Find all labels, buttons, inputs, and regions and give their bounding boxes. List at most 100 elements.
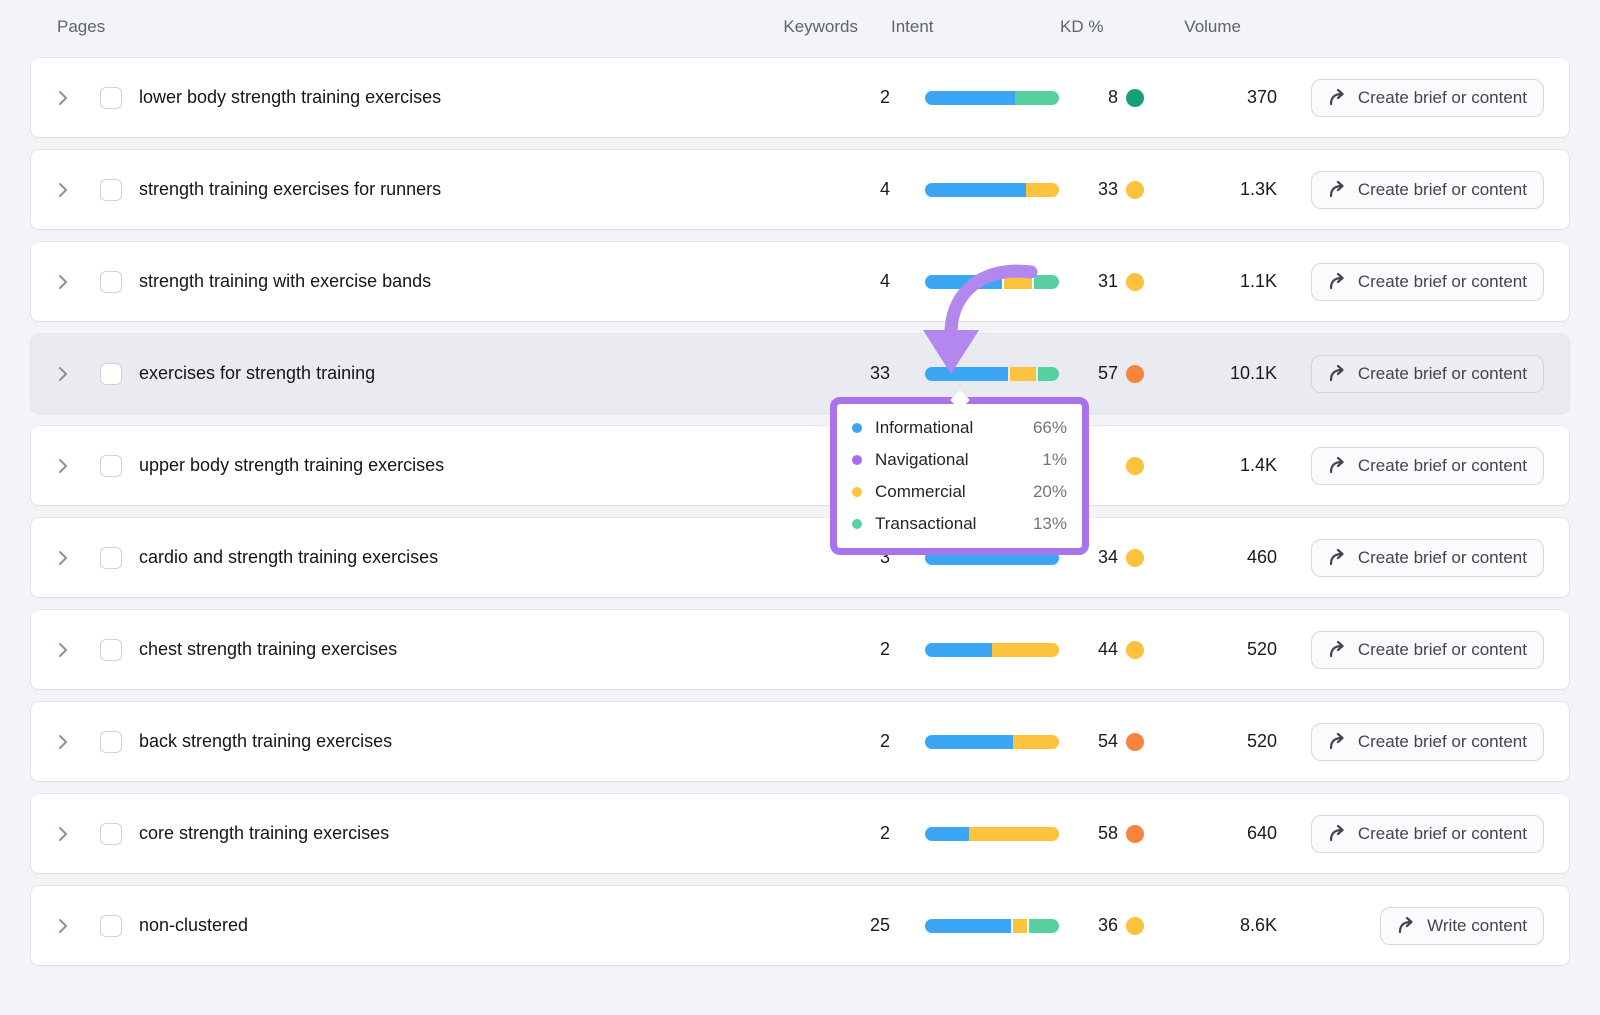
create-content-button[interactable]: Create brief or content [1311,631,1544,669]
tooltip-row-informational: Informational 66% [852,412,1067,444]
intent-bar[interactable] [925,735,1059,749]
tooltip-label: Informational [875,418,973,438]
action-cell: Create brief or content [1277,815,1544,853]
row-checkbox[interactable] [100,271,122,293]
intent-segment [925,919,1011,933]
create-content-button[interactable]: Create brief or content [1311,171,1544,209]
row-checkbox[interactable] [100,179,122,201]
action-button-label: Create brief or content [1358,88,1527,108]
row-checkbox[interactable] [100,823,122,845]
expand-chevron-icon[interactable] [51,550,75,566]
action-cell: Create brief or content [1277,723,1544,761]
action-button-label: Create brief or content [1358,364,1527,384]
table-row[interactable]: lower body strength training exercises 2… [31,58,1569,137]
kd-value: 8 [1092,87,1118,108]
row-checkbox[interactable] [100,731,122,753]
expand-chevron-icon[interactable] [51,458,75,474]
kd-cell: 31 [1092,271,1174,292]
expand-chevron-icon[interactable] [51,90,75,106]
transactional-dot-icon [852,519,862,529]
kd-cell: 44 [1092,639,1174,660]
page-title: upper body strength training exercises [139,455,830,476]
table-row[interactable]: non-clustered 25 36 8.6K Write content [31,886,1569,965]
create-content-button[interactable]: Create brief or content [1311,263,1544,301]
intent-bar[interactable] [925,827,1059,841]
row-checkbox[interactable] [100,547,122,569]
create-content-button[interactable]: Write content [1380,907,1544,945]
table-row[interactable]: core strength training exercises 2 58 64… [31,794,1569,873]
table-row[interactable]: chest strength training exercises 2 44 5… [31,610,1569,689]
kd-cell: 34 [1092,547,1174,568]
action-cell: Create brief or content [1277,539,1544,577]
expand-chevron-icon[interactable] [51,734,75,750]
action-cell: Create brief or content [1277,447,1544,485]
table-row[interactable]: upper body strength training exercises 1… [31,426,1569,505]
intent-segment [1026,183,1060,197]
kd-value: 33 [1092,179,1118,200]
create-content-button[interactable]: Create brief or content [1311,447,1544,485]
action-button-label: Create brief or content [1358,180,1527,200]
kd-cell: 33 [1092,179,1174,200]
volume-value: 640 [1174,823,1277,844]
row-checkbox[interactable] [100,87,122,109]
volume-value: 10.1K [1174,363,1277,384]
kd-dot [1126,273,1144,291]
forward-arrow-icon [1328,89,1348,107]
table-row[interactable]: cardio and strength training exercises 3… [31,518,1569,597]
keywords-count: 2 [830,87,890,108]
expand-chevron-icon[interactable] [51,826,75,842]
tooltip-value: 1% [1042,450,1067,470]
action-button-label: Create brief or content [1358,272,1527,292]
intent-segment [925,275,1002,289]
expand-chevron-icon[interactable] [51,274,75,290]
forward-arrow-icon [1397,917,1417,935]
intent-bar[interactable] [925,183,1059,197]
create-content-button[interactable]: Create brief or content [1311,355,1544,393]
kd-cell: 36 [1092,915,1174,936]
expand-chevron-icon[interactable] [51,918,75,934]
page-title: strength training exercises for runners [139,179,830,200]
kd-dot [1126,733,1144,751]
table-row[interactable]: strength training with exercise bands 4 … [31,242,1569,321]
tooltip-row-navigational: Navigational 1% [852,444,1067,476]
intent-bar[interactable] [925,91,1059,105]
expand-chevron-icon[interactable] [51,366,75,382]
tooltip-label: Navigational [875,450,969,470]
action-cell: Create brief or content [1277,355,1544,393]
page-title: core strength training exercises [139,823,830,844]
intent-bar[interactable] [925,643,1059,657]
tooltip-row-transactional: Transactional 13% [852,508,1067,540]
forward-arrow-icon [1328,549,1348,567]
volume-value: 520 [1174,731,1277,752]
create-content-button[interactable]: Create brief or content [1311,539,1544,577]
table-row[interactable]: strength training exercises for runners … [31,150,1569,229]
action-button-label: Create brief or content [1358,732,1527,752]
tooltip-label: Commercial [875,482,966,502]
page-title: back strength training exercises [139,731,830,752]
kd-value: 57 [1092,363,1118,384]
create-content-button[interactable]: Create brief or content [1311,79,1544,117]
intent-bar[interactable] [925,919,1059,933]
row-checkbox[interactable] [100,915,122,937]
create-content-button[interactable]: Create brief or content [1311,815,1544,853]
table-row[interactable]: back strength training exercises 2 54 52… [31,702,1569,781]
intent-segment [1015,91,1059,105]
page-title: lower body strength training exercises [139,87,830,108]
create-content-button[interactable]: Create brief or content [1311,723,1544,761]
forward-arrow-icon [1328,825,1348,843]
intent-segment [925,183,1026,197]
row-checkbox[interactable] [100,639,122,661]
row-checkbox[interactable] [100,455,122,477]
intent-segment [1029,919,1059,933]
tooltip-label: Transactional [875,514,976,534]
table-row[interactable]: exercises for strength training 33 57 10… [31,334,1569,413]
expand-chevron-icon[interactable] [51,182,75,198]
intent-segment [1010,367,1036,381]
intent-bar[interactable] [925,275,1059,289]
navigational-dot-icon [852,455,862,465]
expand-chevron-icon[interactable] [51,642,75,658]
intent-bar[interactable] [925,367,1059,381]
row-checkbox[interactable] [100,363,122,385]
volume-value: 520 [1174,639,1277,660]
kd-cell [1092,457,1174,475]
